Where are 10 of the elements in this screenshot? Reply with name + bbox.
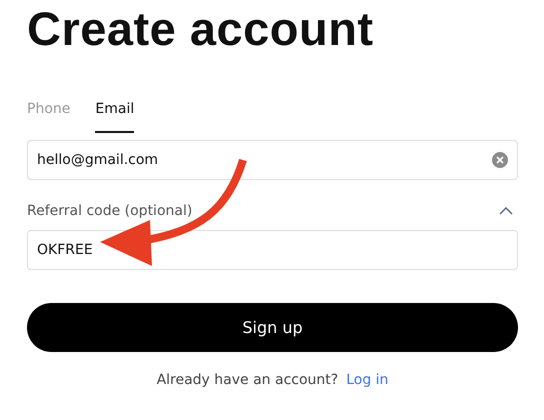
chevron-icon[interactable] <box>499 207 513 215</box>
tab[interactable]: Email <box>95 99 134 133</box>
footer-text: Already have an account? <box>156 372 338 388</box>
referral-code-field[interactable]: OKFREE <box>27 230 518 270</box>
field-label: Referral code (optional) <box>27 203 192 219</box>
sign-up-button[interactable]: Sign up <box>27 303 518 352</box>
log-in-link[interactable]: Log in <box>346 372 388 388</box>
clear-icon[interactable] <box>492 152 508 168</box>
page-title: Create account <box>27 1 375 56</box>
email-field[interactable]: hello@gmail.com <box>27 140 518 180</box>
